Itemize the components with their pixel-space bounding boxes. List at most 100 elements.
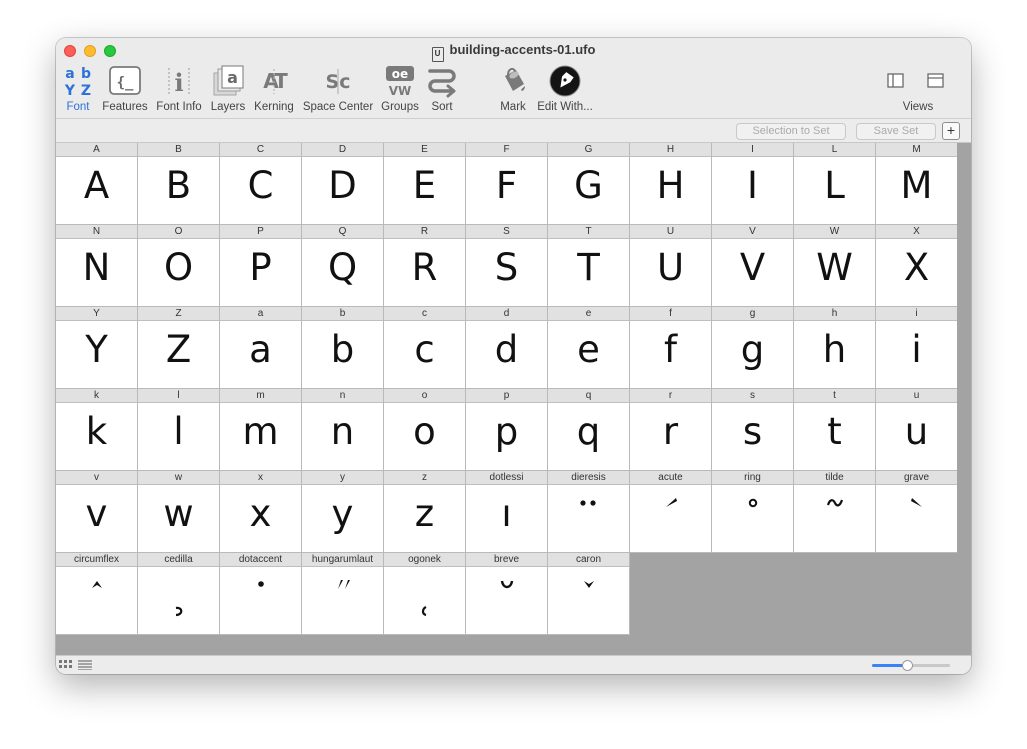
glyph-cell-N[interactable]: NN [56, 225, 138, 307]
vertical-scrollbar[interactable] [957, 143, 971, 655]
toolbar-kerning-button[interactable]: AT Kerning [252, 64, 296, 116]
glyph-cell-p[interactable]: pp [466, 389, 548, 471]
glyph-cell-F[interactable]: FF [466, 143, 548, 225]
glyph-cell-V[interactable]: VV [712, 225, 794, 307]
toolbar-kerning-label: Kerning [254, 101, 294, 113]
glyph-cell-H[interactable]: HH [630, 143, 712, 225]
toolbar-font-button[interactable]: a b Y Z Font [60, 64, 96, 116]
glyph-cell-hungarumlaut[interactable]: hungarumlaut [302, 553, 384, 635]
glyph-cell-acute[interactable]: acute [630, 471, 712, 553]
glyph-cell-T[interactable]: TT [548, 225, 630, 307]
glyph-name: grave [876, 471, 957, 485]
glyph-cell-tilde[interactable]: tilde [794, 471, 876, 553]
glyph-cell-ring[interactable]: ring [712, 471, 794, 553]
glyph-cell-B[interactable]: BB [138, 143, 220, 225]
glyph-cell-x[interactable]: xx [220, 471, 302, 553]
glyph-cell-L[interactable]: LL [794, 143, 876, 225]
glyph-cell-k[interactable]: kk [56, 389, 138, 471]
glyph-cell-cedilla[interactable]: cedilla [138, 553, 220, 635]
glyph-cell-ogonek[interactable]: ogonek [384, 553, 466, 635]
glyph-preview: x [249, 492, 272, 535]
glyph-cell-I[interactable]: II [712, 143, 794, 225]
glyph-name: m [220, 389, 301, 403]
toolbar-mark-button[interactable]: Mark [492, 64, 534, 116]
selection-to-set-button[interactable]: Selection to Set [736, 123, 846, 140]
glyph-cell-v[interactable]: vv [56, 471, 138, 553]
glyph-cell-i[interactable]: ii [876, 307, 958, 389]
toolbar-groups-button[interactable]: oe VW Groups [378, 64, 422, 116]
glyph-cell-c[interactable]: cc [384, 307, 466, 389]
toolbar-font-info-button[interactable]: i Font Info [154, 64, 204, 116]
toolbar-space-center-button[interactable]: Sc Space Center [300, 64, 376, 116]
glyph-cell-grave[interactable]: grave [876, 471, 958, 553]
glyph-cell-l[interactable]: ll [138, 389, 220, 471]
list-view-icon[interactable] [78, 660, 92, 670]
glyph-cell-U[interactable]: UU [630, 225, 712, 307]
glyph-cell-W[interactable]: WW [794, 225, 876, 307]
glyph-cell-q[interactable]: qq [548, 389, 630, 471]
glyph-cell-m[interactable]: mm [220, 389, 302, 471]
glyph-cell-b[interactable]: bb [302, 307, 384, 389]
zoom-slider[interactable] [872, 660, 950, 671]
glyph-cell-e[interactable]: ee [548, 307, 630, 389]
glyph-cell-P[interactable]: PP [220, 225, 302, 307]
glyph-cell-z[interactable]: zz [384, 471, 466, 553]
glyph-cell-A[interactable]: AA [56, 143, 138, 225]
glyph-cell-E[interactable]: EE [384, 143, 466, 225]
toolbar-features-label: Features [102, 101, 148, 113]
toolbar-features-button[interactable]: {_ Features [100, 64, 150, 116]
glyph-cell-dieresis[interactable]: dieresis [548, 471, 630, 553]
glyph-cell-o[interactable]: oo [384, 389, 466, 471]
glyph-cell-Q[interactable]: QQ [302, 225, 384, 307]
glyph-name: U [630, 225, 711, 239]
save-set-button[interactable]: Save Set [856, 123, 936, 140]
glyph-cell-t[interactable]: tt [794, 389, 876, 471]
glyph-cell-n[interactable]: nn [302, 389, 384, 471]
glyph-cell-a[interactable]: aa [220, 307, 302, 389]
glyph-cell-D[interactable]: DD [302, 143, 384, 225]
glyph-name: acute [630, 471, 711, 485]
glyph-cell-g[interactable]: gg [712, 307, 794, 389]
zoom-slider-knob[interactable] [901, 660, 913, 671]
glyph-cell-Y[interactable]: YY [56, 307, 138, 389]
glyph-cell-h[interactable]: hh [794, 307, 876, 389]
glyph-cell-f[interactable]: ff [630, 307, 712, 389]
glyph-cell-G[interactable]: GG [548, 143, 630, 225]
glyph-cell-s[interactable]: ss [712, 389, 794, 471]
glyph-cell-breve[interactable]: breve [466, 553, 548, 635]
toolbar-edit-with-button[interactable]: Edit With... [534, 64, 596, 116]
glyph-preview: v [85, 492, 108, 535]
toolbar-layers-button[interactable]: a Layers [208, 64, 248, 116]
glyph-cell-Z[interactable]: ZZ [138, 307, 220, 389]
glyph-cell-circumflex[interactable]: circumflex [56, 553, 138, 635]
glyph-cell-O[interactable]: OO [138, 225, 220, 307]
glyph-name: w [138, 471, 219, 485]
glyph-preview: m [242, 410, 279, 453]
glyph-cell-R[interactable]: RR [384, 225, 466, 307]
glyph-name: D [302, 143, 383, 157]
glyph-cell-X[interactable]: XX [876, 225, 958, 307]
glyph-name: x [220, 471, 301, 485]
groups-icon: oe VW [383, 64, 417, 98]
toolbar-space-center-label: Space Center [302, 101, 374, 113]
glyph-name: q [548, 389, 629, 403]
glyph-cell-y[interactable]: yy [302, 471, 384, 553]
glyph-cell-caron[interactable]: caron [548, 553, 630, 635]
glyph-cell-u[interactable]: uu [876, 389, 958, 471]
grid-view-icon[interactable] [59, 660, 73, 670]
glyph-name: o [384, 389, 465, 403]
glyph-preview: M [900, 164, 933, 207]
glyph-name: hungarumlaut [302, 553, 383, 567]
toolbar-sort-button[interactable]: Sort [424, 64, 460, 116]
glyph-cell-S[interactable]: SS [466, 225, 548, 307]
glyph-cell-w[interactable]: ww [138, 471, 220, 553]
glyph-cell-M[interactable]: MM [876, 143, 958, 225]
glyph-cell-dotlessi[interactable]: dotlessi ı [466, 471, 548, 553]
toolbar-views-button[interactable]: Views [872, 64, 964, 116]
add-set-button[interactable]: + [942, 122, 960, 140]
glyph-cell-d[interactable]: dd [466, 307, 548, 389]
glyph-cell-r[interactable]: rr [630, 389, 712, 471]
glyph-cell-C[interactable]: CC [220, 143, 302, 225]
glyph-name: n [302, 389, 383, 403]
glyph-cell-dotaccent[interactable]: dotaccent [220, 553, 302, 635]
